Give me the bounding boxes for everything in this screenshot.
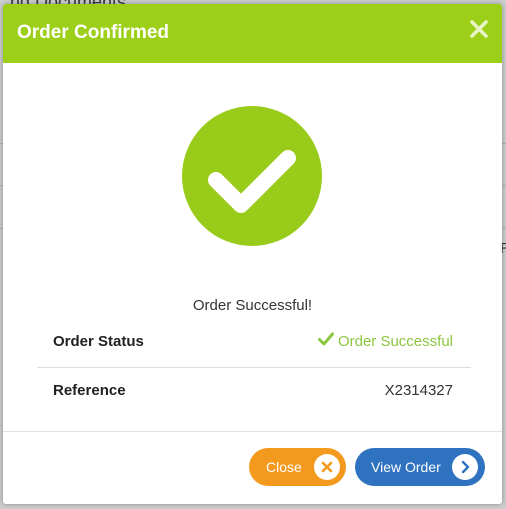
- reference-row: Reference X2314327: [37, 367, 471, 415]
- reference-label: Reference: [53, 382, 126, 399]
- reference-value: X2314327: [384, 382, 453, 399]
- order-confirmed-dialog: Order Confirmed Order Successful! Order …: [3, 4, 502, 504]
- close-x-icon[interactable]: [469, 19, 489, 39]
- close-button-label: Close: [266, 459, 302, 475]
- order-status-value: Order Successful: [317, 318, 453, 366]
- view-order-button-label: View Order: [371, 459, 441, 475]
- order-status-label: Order Status: [53, 333, 144, 350]
- dialog-header: Order Confirmed: [3, 4, 502, 63]
- view-order-button[interactable]: View Order: [355, 448, 485, 486]
- check-circle-icon: [182, 106, 322, 246]
- dialog-title: Order Confirmed: [17, 22, 170, 43]
- chevron-right-icon: [452, 454, 478, 480]
- close-circle-icon: [314, 454, 340, 480]
- order-status-text: Order Successful: [337, 333, 453, 350]
- footer-divider: [3, 431, 502, 432]
- order-status-row: Order Status Order Successful: [37, 318, 471, 366]
- check-icon: [317, 318, 334, 366]
- success-message: Order Successful!: [192, 297, 313, 314]
- close-button[interactable]: Close: [249, 448, 346, 486]
